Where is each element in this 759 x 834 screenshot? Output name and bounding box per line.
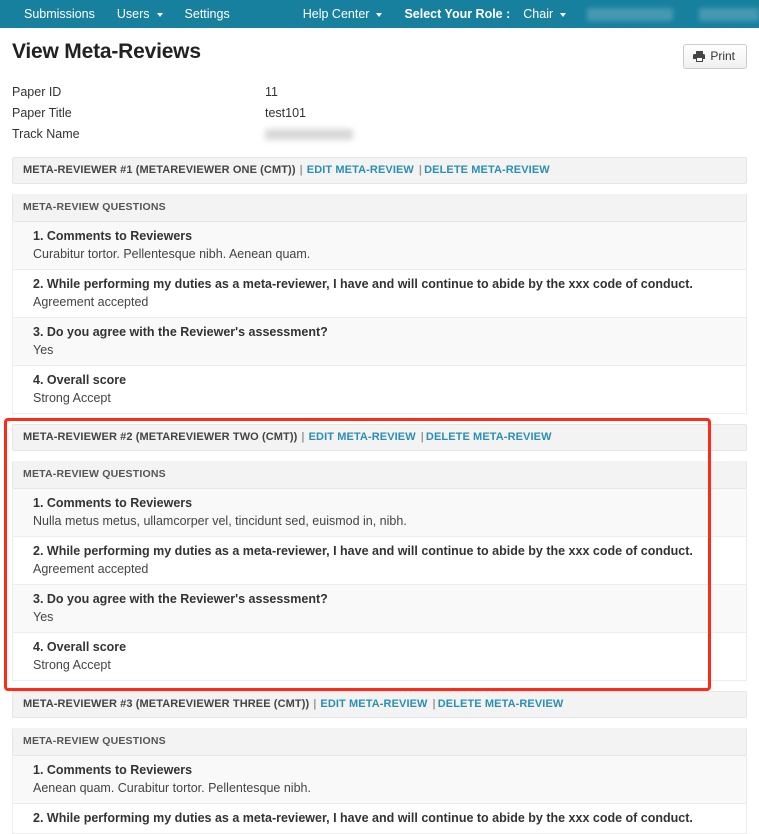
track-name-label: Track Name <box>12 126 80 141</box>
print-button[interactable]: Print <box>683 44 747 69</box>
answer-text: Strong Accept <box>33 391 111 405</box>
question-text: 1. Comments to Reviewers <box>33 229 193 243</box>
answer-text: Strong Accept <box>33 658 111 672</box>
question-text: 4. Overall score <box>33 640 127 654</box>
delete-meta-review-link[interactable]: DELETE META-REVIEW <box>438 698 564 710</box>
question-text: 1. Comments to Reviewers <box>33 763 193 777</box>
meta-review-questions-bar: META-REVIEW QUESTIONS <box>12 461 747 489</box>
top-navigation-bar: Submissions Users Settings Help Center S… <box>0 0 759 28</box>
redacted-track-name <box>265 128 353 140</box>
question-text: 3. Do you agree with the Reviewer's asse… <box>33 325 328 339</box>
nav-item-label: Help Center <box>302 7 370 21</box>
question-answer-item: 1. Comments to Reviewers Nulla metus metu… <box>13 489 746 537</box>
question-answer-list: 1. Comments to Reviewers Nulla metus metu… <box>12 489 747 681</box>
paper-title-value: test101 <box>265 105 307 120</box>
printer-icon <box>693 50 706 62</box>
separator: | <box>420 431 424 443</box>
separator: | <box>299 164 303 176</box>
separator: | <box>313 698 317 710</box>
question-text: 4. Overall score <box>33 373 127 387</box>
nav-item-submissions[interactable]: Submissions <box>13 0 106 28</box>
question-answer-item: 2. While performing my duties as a meta-… <box>13 537 746 585</box>
meta-reviewer-header: META-REVIEWER #3 (METAREVIEWER THREE (CM… <box>12 691 747 718</box>
page-content: View Meta-Reviews Print Paper ID 11 Pape… <box>0 28 759 834</box>
question-answer-item: 4. Overall score Strong Accept <box>13 633 746 681</box>
delete-meta-review-link[interactable]: DELETE META-REVIEW <box>426 431 552 443</box>
question-answer-item: 1. Comments to Reviewers Curabitur tortor… <box>13 222 746 270</box>
question-text: 2. While performing my duties as a meta-… <box>33 277 693 291</box>
paper-id-label: Paper ID <box>12 84 62 99</box>
answer-text: Curabitur tortor. Pellentesque nibh. Aen… <box>33 247 311 261</box>
question-answer-item: 2. While performing my duties as a meta-… <box>13 804 746 834</box>
chevron-down-icon <box>560 13 567 17</box>
chevron-down-icon <box>376 13 383 17</box>
edit-meta-review-link[interactable]: EDIT META-REVIEW <box>307 164 414 176</box>
question-answer-list: 1. Comments to Reviewers Aenean quam. Cur… <box>12 756 747 834</box>
question-answer-item: 2. While performing my duties as a meta-… <box>13 270 746 318</box>
question-answer-list: 1. Comments to Reviewers Curabitur tortor… <box>12 222 747 414</box>
answer-text: Aenean quam. Curabitur tortor. Pellentes… <box>33 781 311 795</box>
question-text: 2. While performing my duties as a meta-… <box>33 544 693 558</box>
nav-item-label: Submissions <box>24 7 95 21</box>
nav-item-users[interactable]: Users <box>106 0 174 28</box>
meta-reviewer-header: META-REVIEWER #2 (METAREVIEWER TWO (CMT)… <box>12 424 747 451</box>
meta-review-questions-bar: META-REVIEW QUESTIONS <box>12 728 747 756</box>
answer-text: Nulla metus metus, ullamcorper vel, tinc… <box>33 514 407 528</box>
question-answer-item: 1. Comments to Reviewers Aenean quam. Cur… <box>13 756 746 804</box>
answer-text: Agreement accepted <box>33 562 149 576</box>
paper-info-row: Paper ID 11 <box>12 81 747 102</box>
meta-reviewer-header: META-REVIEWER #1 (METAREVIEWER ONE (CMT)… <box>12 157 747 184</box>
nav-item-label: Chair <box>523 7 554 21</box>
question-answer-item: 3. Do you agree with the Reviewer's asse… <box>13 585 746 633</box>
question-text: 3. Do you agree with the Reviewer's asse… <box>33 592 328 606</box>
answer-text: Yes <box>33 610 54 624</box>
nav-item-label: Users <box>116 7 150 21</box>
nav-item-label: Settings <box>184 7 230 21</box>
track-name-value <box>265 127 747 141</box>
title-row: View Meta-Reviews Print <box>12 28 747 69</box>
separator: | <box>432 698 436 710</box>
meta-reviewer-name: META-REVIEWER #1 (METAREVIEWER ONE (CMT)… <box>23 164 296 176</box>
separator: | <box>418 164 423 176</box>
paper-info-row: Paper Title test101 <box>12 102 747 123</box>
paper-id-value: 11 <box>265 84 278 99</box>
question-text: 1. Comments to Reviewers <box>33 496 193 510</box>
redacted-nav-item-1 <box>587 7 673 21</box>
select-your-role-label: Select Your Role : <box>393 0 512 28</box>
nav-item-help-center[interactable]: Help Center <box>292 0 394 28</box>
meta-reviewer-block: META-REVIEWER #1 (METAREVIEWER ONE (CMT)… <box>12 157 747 414</box>
delete-meta-review-link[interactable]: DELETE META-REVIEW <box>424 164 550 176</box>
meta-reviewer-blocks: META-REVIEWER #1 (METAREVIEWER ONE (CMT)… <box>12 157 747 834</box>
answer-text: Yes <box>33 343 54 357</box>
paper-info-row: Track Name <box>12 123 747 144</box>
meta-review-questions-bar: META-REVIEW QUESTIONS <box>12 194 747 222</box>
meta-reviewer-name: META-REVIEWER #3 (METAREVIEWER THREE (CM… <box>23 698 310 710</box>
question-answer-item: 3. Do you agree with the Reviewer's asse… <box>13 318 746 366</box>
meta-reviewer-block: META-REVIEWER #3 (METAREVIEWER THREE (CM… <box>12 691 747 834</box>
chevron-down-icon <box>156 13 163 17</box>
print-button-label: Print <box>710 49 735 63</box>
redacted-nav-item-2 <box>698 7 759 21</box>
edit-meta-review-link[interactable]: EDIT META-REVIEW <box>320 698 427 710</box>
separator: | <box>301 431 305 443</box>
page-title: View Meta-Reviews <box>12 40 201 63</box>
edit-meta-review-link[interactable]: EDIT META-REVIEW <box>309 431 416 443</box>
question-answer-item: 4. Overall score Strong Accept <box>13 366 746 414</box>
nav-item-settings[interactable]: Settings <box>174 0 241 28</box>
paper-title-label: Paper Title <box>12 105 72 120</box>
nav-item-role-chair[interactable]: Chair <box>512 0 577 28</box>
meta-reviewer-block: META-REVIEWER #2 (METAREVIEWER TWO (CMT)… <box>12 424 747 681</box>
meta-reviewer-name: META-REVIEWER #2 (METAREVIEWER TWO (CMT)… <box>23 431 298 443</box>
paper-info-table: Paper ID 11 Paper Title test101 Track Na… <box>12 81 747 144</box>
answer-text: Agreement accepted <box>33 295 149 309</box>
question-text: 2. While performing my duties as a meta-… <box>33 811 693 825</box>
nav-item-label: Select Your Role : <box>404 7 511 21</box>
